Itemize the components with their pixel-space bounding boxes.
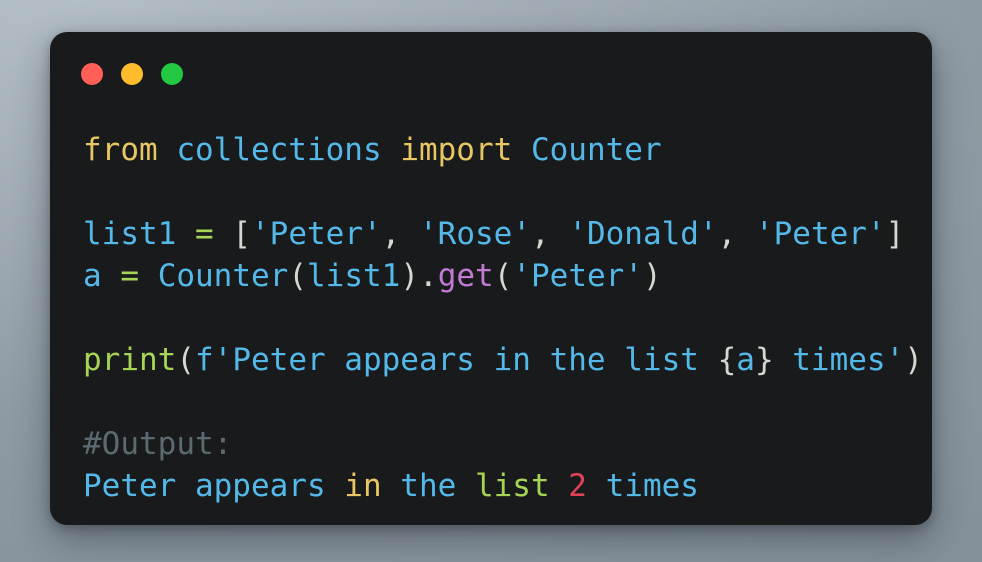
code-line: a = Counter(list1).get('Peter') (83, 255, 922, 297)
code-token-punctuation: . (419, 258, 438, 294)
code-token-keyword: in (344, 468, 382, 504)
code-token-string: times' (773, 342, 905, 378)
code-token-punctuation: ) (904, 342, 923, 378)
close-button[interactable] (81, 63, 103, 85)
code-token-punctuation: [ (232, 216, 252, 252)
code-token-identifier: list1 (83, 216, 177, 252)
window-titlebar (81, 63, 183, 85)
code-line: #Output: (83, 423, 922, 465)
code-token-punctuation: , (717, 216, 755, 252)
code-token-function: print (83, 342, 177, 378)
code-token-keyword: from (83, 132, 158, 168)
code-token-identifier: list1 (307, 258, 401, 294)
maximize-button[interactable] (161, 63, 183, 85)
page-backdrop: from collections import Counter list1 = … (0, 0, 982, 562)
code-line: list1 = ['Peter', 'Rose', 'Donald', 'Pet… (83, 213, 922, 255)
code-token-identifier: a (736, 342, 755, 378)
code-token-identifier: Counter (157, 258, 289, 294)
code-snippet-window: from collections import Counter list1 = … (50, 32, 932, 525)
code-token-keyword: import (400, 132, 513, 168)
code-token-identifier: Counter (530, 132, 662, 168)
code-token-string: 'Peter' (754, 216, 886, 252)
code-line: Peter appears in the list 2 times (83, 465, 922, 507)
code-token-identifier: the (381, 468, 475, 504)
code-token-function: list (474, 468, 550, 504)
code-token-punctuation: ] (885, 216, 905, 252)
code-token-string: 'Rose' (419, 216, 531, 252)
code-token-identifier: Peter appears (83, 468, 345, 504)
code-token-operator: = (195, 216, 214, 252)
code-token-punctuation: ( (288, 258, 308, 294)
code-token-string: f'Peter appears in the list (195, 342, 718, 378)
code-block[interactable]: from collections import Counter list1 = … (83, 129, 923, 507)
code-token-method: get (437, 258, 494, 294)
code-token-string: 'Peter' (251, 216, 382, 252)
code-token-punctuation: ) (400, 258, 420, 294)
code-token-identifier: collections (176, 132, 382, 168)
code-line: from collections import Counter (83, 129, 922, 171)
code-token-operator: = (120, 258, 140, 294)
code-line: print(f'Peter appears in the list {a} ti… (83, 339, 923, 381)
code-token-identifier: a (83, 258, 102, 294)
code-token-punctuation: , (530, 216, 569, 252)
code-token-punctuation: } (754, 342, 774, 378)
code-token-punctuation: , (381, 216, 419, 252)
code-token-punctuation: ) (643, 258, 662, 294)
code-token-string: 'Donald' (568, 216, 718, 252)
code-token-string: 'Peter' (512, 258, 644, 294)
code-token-number: 2 (568, 468, 587, 504)
code-token-punctuation: ( (493, 258, 513, 294)
code-token-punctuation: { (717, 342, 737, 378)
code-token-comment: #Output: (83, 426, 233, 462)
code-token-punctuation: ( (176, 342, 195, 378)
code-token-identifier: times (586, 468, 699, 504)
minimize-button[interactable] (121, 63, 143, 85)
